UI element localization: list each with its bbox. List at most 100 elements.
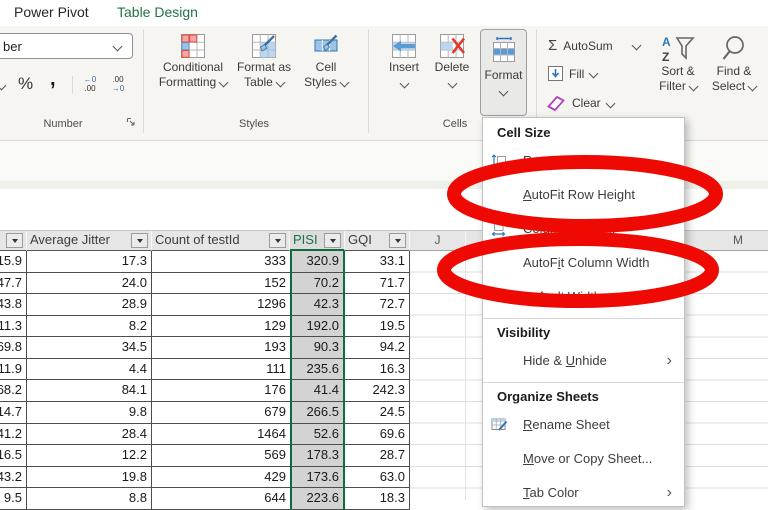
tab-power-pivot[interactable]: Power Pivot xyxy=(14,4,89,20)
table-cell[interactable]: 235.6 xyxy=(290,358,345,381)
table-cell[interactable]: 14.7 xyxy=(0,402,27,424)
table-cell[interactable]: 71.7 xyxy=(345,272,410,295)
table-cell[interactable]: 72.7 xyxy=(345,294,410,316)
table-cell[interactable]: 193 xyxy=(152,337,290,359)
table-cell[interactable]: 320.9 xyxy=(290,251,345,273)
number-dialog-launcher-icon[interactable] xyxy=(126,117,136,127)
table-cell[interactable]: 12.2 xyxy=(27,445,152,467)
sort-filter-button[interactable]: A Z Sort & Filter xyxy=(652,34,704,94)
table-cell[interactable]: 111 xyxy=(152,358,290,381)
find-select-button[interactable]: Find & Select xyxy=(706,34,762,94)
table-header-clipped-column[interactable] xyxy=(0,231,27,251)
table-header-average-jitter[interactable]: Average Jitter xyxy=(27,231,152,251)
filter-button[interactable] xyxy=(389,233,406,248)
table-cell[interactable]: 16.3 xyxy=(345,358,410,381)
table-cell[interactable]: 24.5 xyxy=(345,402,410,424)
table-cell[interactable]: 15.9 xyxy=(0,251,27,273)
table-cell[interactable]: 266.5 xyxy=(290,402,345,424)
table-cell[interactable]: 28.4 xyxy=(27,423,152,446)
table-cell[interactable]: 1464 xyxy=(152,423,290,446)
table-cell[interactable]: 129 xyxy=(152,315,290,338)
table-cell[interactable]: 569 xyxy=(152,445,290,467)
table-cell[interactable]: 41.2 xyxy=(0,423,27,446)
table-cell[interactable]: 28.9 xyxy=(27,294,152,316)
table-cell[interactable]: 52.6 xyxy=(290,423,345,446)
table-cell[interactable]: 679 xyxy=(152,402,290,424)
table-cell[interactable]: 41.4 xyxy=(290,380,345,403)
menu-item-row-height[interactable]: Row Height... xyxy=(483,144,684,178)
table-cell[interactable]: 1296 xyxy=(152,294,290,316)
menu-item-rename-sheet[interactable]: Rename Sheet xyxy=(483,408,684,442)
table-cell[interactable]: 173.6 xyxy=(290,466,345,489)
table-cell[interactable]: 17.3 xyxy=(27,251,152,273)
table-cell[interactable]: 178.3 xyxy=(290,445,345,467)
table-cell[interactable]: 24.0 xyxy=(27,272,152,295)
menu-item-column-width[interactable]: Column Width... xyxy=(483,212,684,246)
format-button[interactable]: Format xyxy=(480,29,527,116)
tab-table-design[interactable]: Table Design xyxy=(117,4,198,20)
table-cell[interactable]: 18.3 xyxy=(345,488,410,510)
table-cell[interactable]: 19.8 xyxy=(27,466,152,489)
table-cell[interactable]: 94.2 xyxy=(345,337,410,359)
table-cell[interactable]: 43.8 xyxy=(0,294,27,316)
filter-button[interactable] xyxy=(6,233,23,248)
menu-item-default-width[interactable]: Default Width... xyxy=(483,280,684,314)
table-header-gqi[interactable]: GQI xyxy=(345,231,410,251)
table-cell[interactable]: 176 xyxy=(152,380,290,403)
menu-item-move-or-copy-sheet[interactable]: Move or Copy Sheet... xyxy=(483,442,684,476)
grid-area-left-of-menu[interactable] xyxy=(410,251,483,500)
autosum-button[interactable]: Σ AutoSum xyxy=(548,37,642,54)
conditional-formatting-button[interactable]: Conditional Formatting xyxy=(159,32,229,90)
column-heading-M[interactable]: M xyxy=(708,231,768,250)
table-cell[interactable]: 11.9 xyxy=(0,358,27,381)
insert-cells-button[interactable]: Insert xyxy=(382,32,426,89)
table-cell[interactable]: 90.3 xyxy=(290,337,345,359)
table-cell[interactable]: 43.2 xyxy=(0,466,27,489)
table-cell[interactable]: 70.2 xyxy=(290,272,345,295)
comma-style-button[interactable]: , xyxy=(50,68,56,91)
menu-item-hide-unhide[interactable]: Hide & Unhide › xyxy=(483,344,684,378)
percent-style-button[interactable]: % xyxy=(18,74,33,94)
menu-item-tab-color[interactable]: Tab Color › xyxy=(483,476,684,510)
table-cell[interactable]: 223.6 xyxy=(290,488,345,510)
table-cell[interactable]: 69.8 xyxy=(0,337,27,359)
table-cell[interactable]: 9.8 xyxy=(27,402,152,424)
table-cell[interactable]: 84.1 xyxy=(27,380,152,403)
filter-button[interactable] xyxy=(131,233,148,248)
grid-area-right-of-menu[interactable] xyxy=(686,251,768,500)
table-cell[interactable]: 19.5 xyxy=(345,315,410,338)
increase-decimal-button[interactable]: ←0 .00 xyxy=(78,75,102,93)
number-format-combobox[interactable]: ber xyxy=(0,33,133,59)
table-cell[interactable]: 69.6 xyxy=(345,423,410,446)
table-cell[interactable]: 333 xyxy=(152,251,290,273)
format-as-table-button[interactable]: Format as Table xyxy=(232,32,296,90)
filter-button[interactable] xyxy=(324,233,341,248)
table-cell[interactable]: 4.4 xyxy=(27,358,152,381)
table-cell[interactable]: 63.0 xyxy=(345,466,410,489)
table-cell[interactable]: 28.7 xyxy=(345,445,410,467)
table-cell[interactable]: 42.3 xyxy=(290,294,345,316)
table-header-pisi[interactable]: PISI xyxy=(290,231,345,251)
table-cell[interactable]: 11.3 xyxy=(0,315,27,338)
table-cell[interactable]: 8.2 xyxy=(27,315,152,338)
table-cell[interactable]: 47.7 xyxy=(0,272,27,295)
table-cell[interactable]: 33.1 xyxy=(345,251,410,273)
table-cell[interactable]: 16.5 xyxy=(0,445,27,467)
filter-button[interactable] xyxy=(269,233,286,248)
table-cell[interactable]: 192.0 xyxy=(290,315,345,338)
table-cell[interactable]: 429 xyxy=(152,466,290,489)
table-header-count-of-testid[interactable]: Count of testId xyxy=(152,231,290,251)
cell-styles-button[interactable]: Cell Styles xyxy=(298,32,354,90)
table-cell[interactable]: 8.8 xyxy=(27,488,152,510)
table-cell[interactable]: 152 xyxy=(152,272,290,295)
table-cell[interactable]: 644 xyxy=(152,488,290,510)
fill-button[interactable]: Fill xyxy=(548,66,599,81)
clipped-dropdown-chevron-icon[interactable] xyxy=(0,80,7,91)
clear-button[interactable]: Clear xyxy=(546,94,616,112)
menu-item-autofit-column-width[interactable]: AutoFit Column Width xyxy=(483,246,684,280)
table-cell[interactable]: 68.2 xyxy=(0,380,27,403)
column-heading-J[interactable]: J xyxy=(410,231,465,250)
table-cell[interactable]: 242.3 xyxy=(345,380,410,403)
decrease-decimal-button[interactable]: .00 →0 xyxy=(106,75,130,93)
delete-cells-button[interactable]: Delete xyxy=(430,32,474,89)
